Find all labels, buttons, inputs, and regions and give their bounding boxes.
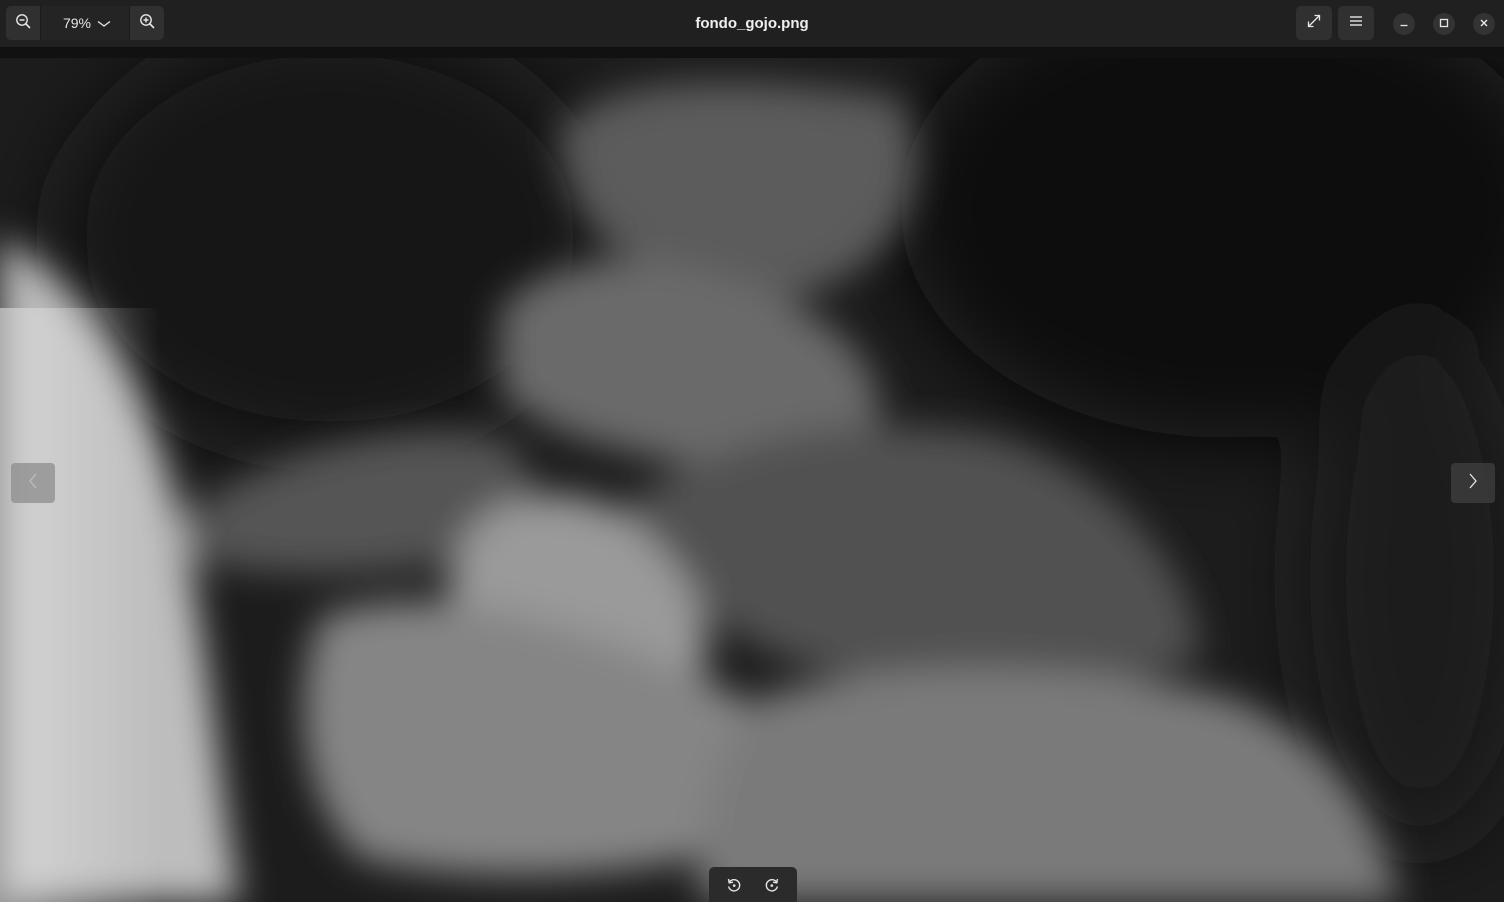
- close-icon: [1479, 15, 1489, 33]
- main-menu-button[interactable]: [1338, 6, 1374, 40]
- rotate-right-icon: [764, 877, 780, 898]
- zoom-level-dropdown[interactable]: 79%: [40, 6, 130, 40]
- maximize-button[interactable]: [1433, 13, 1455, 35]
- rotate-toolbar: [709, 867, 797, 902]
- zoom-in-button[interactable]: [130, 6, 164, 40]
- window-title: fondo_gojo.png: [695, 15, 809, 32]
- zoom-level-value: 79%: [62, 15, 92, 31]
- previous-image-button[interactable]: [11, 463, 55, 503]
- next-image-button[interactable]: [1451, 463, 1495, 503]
- close-button[interactable]: [1473, 13, 1495, 35]
- rotate-right-button[interactable]: [756, 871, 788, 902]
- rotate-left-icon: [726, 877, 742, 898]
- rotate-left-button[interactable]: [718, 871, 750, 902]
- hamburger-menu-icon: [1349, 14, 1363, 32]
- header-bar: 79% fondo_gojo.png: [0, 0, 1504, 48]
- zoom-out-icon: [15, 13, 31, 34]
- zoom-controls: 79%: [6, 6, 164, 40]
- chevron-down-icon: [97, 15, 111, 31]
- maximize-icon: [1439, 15, 1449, 33]
- minimize-icon: [1399, 15, 1409, 33]
- zoom-in-icon: [139, 13, 155, 34]
- displayed-image: [0, 58, 1504, 902]
- zoom-out-button[interactable]: [6, 6, 40, 40]
- image-canvas[interactable]: [0, 48, 1504, 902]
- chevron-left-icon: [28, 472, 38, 495]
- chevron-right-icon: [1468, 472, 1478, 495]
- fullscreen-button[interactable]: [1296, 6, 1332, 40]
- image-viewer-window: 79% fondo_gojo.png: [0, 0, 1504, 902]
- fullscreen-icon: [1306, 13, 1322, 34]
- minimize-button[interactable]: [1393, 13, 1415, 35]
